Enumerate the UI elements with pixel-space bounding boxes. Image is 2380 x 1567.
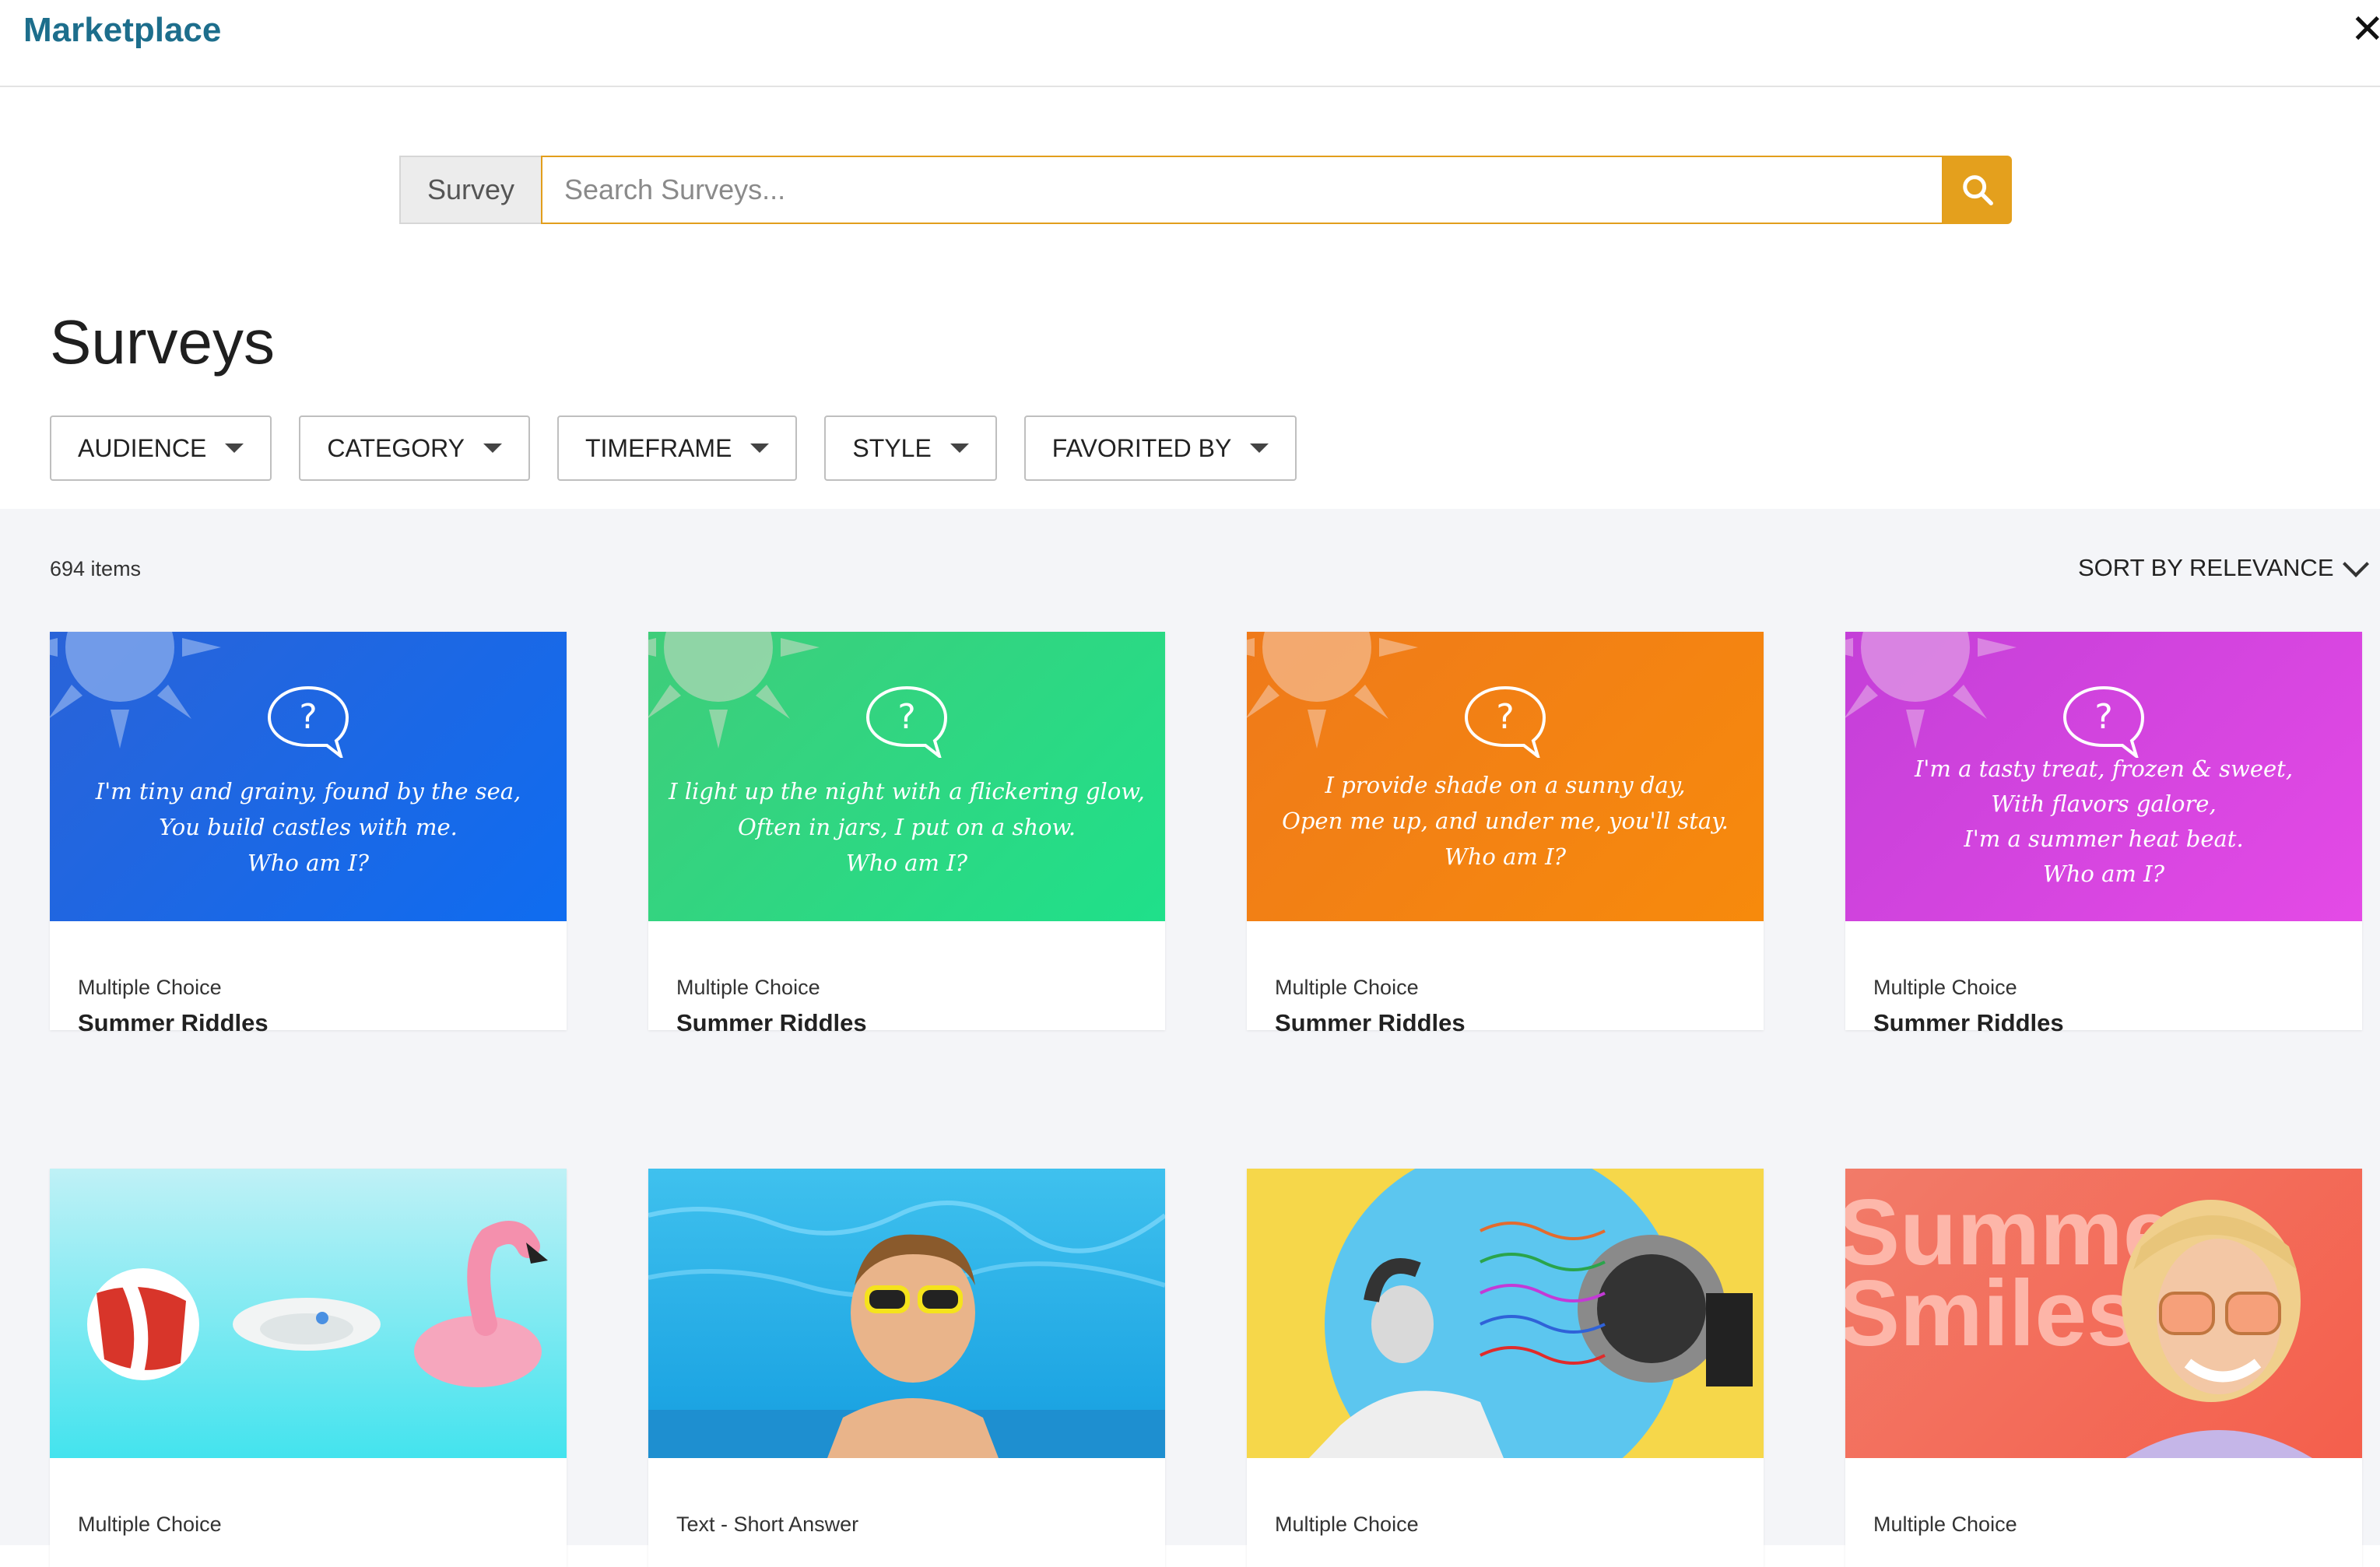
filter-timeframe[interactable]: TIMEFRAME xyxy=(556,415,798,481)
card-thumbnail: ? I'm tiny and grainy, found by the sea,… xyxy=(50,632,567,921)
caret-down-icon xyxy=(750,443,770,453)
caret-down-icon xyxy=(225,443,244,453)
card-meta: Multiple Choice xyxy=(1247,1458,1764,1567)
svg-text:?: ? xyxy=(1496,697,1514,737)
card-type: Multiple Choice xyxy=(1873,1513,2017,1536)
card-thumbnail: ? I light up the night with a flickering… xyxy=(648,632,1165,921)
survey-card[interactable]: ? I'm tiny and grainy, found by the sea,… xyxy=(50,632,567,1036)
question-bubble-icon: ? xyxy=(865,685,948,758)
filter-style[interactable]: STYLE xyxy=(824,415,997,481)
results-panel: 694 items SORT BY RELEVANCE ? I'm tiny a… xyxy=(0,509,2380,1567)
survey-card[interactable]: Multiple Choice xyxy=(1247,1169,1764,1567)
filter-label: TIMEFRAME xyxy=(584,433,732,462)
riddle-line: Who am I? xyxy=(2042,861,2165,887)
search-input[interactable] xyxy=(541,156,1943,224)
card-type: Multiple Choice xyxy=(1275,1513,1419,1536)
sun-icon xyxy=(648,632,820,748)
survey-card[interactable]: ? I provide shade on a sunny day, Open m… xyxy=(1247,632,1764,1036)
riddle-line: I'm tiny and grainy, found by the sea, xyxy=(95,778,521,805)
survey-card[interactable]: ? I light up the night with a flickering… xyxy=(648,632,1165,1036)
top-bar: Marketplace ✕ xyxy=(0,0,2380,87)
card-type: Multiple Choice xyxy=(78,976,222,999)
riddle-line: Who am I? xyxy=(1444,843,1567,870)
smiling-woman-illustration xyxy=(2122,1200,2312,1458)
card-type: Multiple Choice xyxy=(1873,976,2017,999)
filter-audience[interactable]: AUDIENCE xyxy=(50,415,272,481)
card-type: Multiple Choice xyxy=(1275,976,1419,999)
filter-label: AUDIENCE xyxy=(78,433,207,462)
filter-category[interactable]: CATEGORY xyxy=(299,415,530,481)
child-in-pool-image xyxy=(648,1169,1165,1458)
sun-icon xyxy=(1845,632,2017,748)
card-type: Multiple Choice xyxy=(676,976,820,999)
close-icon[interactable]: ✕ xyxy=(2350,9,2380,50)
survey-card[interactable]: Summer Smiles Multiple Choice xyxy=(1845,1169,2362,1567)
survey-card[interactable]: Text - Short Answer xyxy=(648,1169,1165,1567)
question-bubble-icon: ? xyxy=(2062,685,2145,758)
svg-text:?: ? xyxy=(2094,697,2112,737)
riddle-line: Open me up, and under me, you'll stay. xyxy=(1282,808,1729,834)
card-meta: Multiple Choice Summer Riddles xyxy=(50,921,567,1036)
riddle-text: I'm a tasty treat, frozen & sweet, With … xyxy=(1845,752,2362,892)
svg-text:?: ? xyxy=(299,697,317,737)
riddle-text: I provide shade on a sunny day, Open me … xyxy=(1247,767,1764,875)
woman-with-fan-image xyxy=(1247,1169,1764,1458)
card-meta: Multiple Choice xyxy=(50,1458,567,1567)
beach-toys-illustration xyxy=(87,1221,548,1387)
page-title: Surveys xyxy=(50,307,275,377)
woman-with-fan-illustration xyxy=(1309,1169,1753,1458)
item-count: 694 items xyxy=(50,557,142,580)
caret-down-icon xyxy=(483,443,502,453)
riddle-line: I'm a summer heat beat. xyxy=(1964,826,2244,852)
card-title: Summer Riddles xyxy=(1275,1009,1466,1036)
card-title: Summer Riddles xyxy=(676,1009,867,1036)
filter-label: FAVORITED BY xyxy=(1051,433,1232,462)
question-bubble-icon: ? xyxy=(1464,685,1546,758)
app-title: Marketplace xyxy=(23,11,222,49)
filter-label: STYLE xyxy=(852,433,932,462)
filter-favorited-by[interactable]: FAVORITED BY xyxy=(1023,415,1297,481)
svg-text:?: ? xyxy=(897,697,915,737)
search-bar: Survey xyxy=(399,156,2012,224)
riddle-line: I'm a tasty treat, frozen & sweet, xyxy=(1914,755,2294,782)
card-title: Summer Riddles xyxy=(1873,1009,2064,1036)
sun-icon xyxy=(50,632,221,748)
card-meta: Text - Short Answer xyxy=(648,1458,1165,1567)
caret-down-icon xyxy=(950,443,969,453)
question-bubble-icon: ? xyxy=(267,685,349,758)
card-type: Multiple Choice xyxy=(78,1513,222,1536)
card-thumbnail: ? I'm a tasty treat, frozen & sweet, Wit… xyxy=(1845,632,2362,921)
summer-smiles-image: Summer Smiles xyxy=(1845,1169,2362,1458)
caret-down-icon xyxy=(1250,443,1269,453)
survey-card[interactable]: ? I'm a tasty treat, frozen & sweet, Wit… xyxy=(1845,632,2362,1036)
riddle-line: Often in jars, I put on a show. xyxy=(737,814,1076,840)
beach-toys-image xyxy=(50,1169,567,1458)
child-in-pool-illustration xyxy=(648,1201,1165,1458)
chevron-down-icon xyxy=(2342,551,2369,577)
search-button[interactable] xyxy=(1943,156,2012,224)
card-meta: Multiple Choice Summer Riddles xyxy=(648,921,1165,1036)
riddle-text: I'm tiny and grainy, found by the sea, Y… xyxy=(50,773,567,881)
card-title: Summer Riddles xyxy=(78,1009,269,1036)
riddle-line: I light up the night with a flickering g… xyxy=(669,778,1145,805)
card-meta: Multiple Choice Summer Riddles xyxy=(1845,921,2362,1036)
filter-label: CATEGORY xyxy=(327,433,465,462)
sort-dropdown[interactable]: SORT BY RELEVANCE xyxy=(2078,551,2369,582)
riddle-text: I light up the night with a flickering g… xyxy=(648,773,1165,881)
riddle-line: With flavors galore, xyxy=(1991,791,2217,817)
card-type: Text - Short Answer xyxy=(676,1513,859,1536)
card-meta: Multiple Choice Summer Riddles xyxy=(1247,921,1764,1036)
riddle-line: I provide shade on a sunny day, xyxy=(1325,772,1686,798)
sort-label: SORT BY RELEVANCE xyxy=(2078,554,2334,581)
search-type-label[interactable]: Survey xyxy=(399,156,541,224)
card-meta: Multiple Choice xyxy=(1845,1458,2362,1567)
riddle-line: Who am I? xyxy=(247,850,370,876)
riddle-line: Who am I? xyxy=(845,850,968,876)
survey-card[interactable]: Multiple Choice xyxy=(50,1169,567,1567)
filter-bar: AUDIENCE CATEGORY TIMEFRAME STYLE FAVORI… xyxy=(50,415,1297,481)
search-icon xyxy=(1963,175,1993,205)
sun-icon xyxy=(1247,632,1418,748)
riddle-line: You build castles with me. xyxy=(159,814,458,840)
card-thumbnail: ? I provide shade on a sunny day, Open m… xyxy=(1247,632,1764,921)
